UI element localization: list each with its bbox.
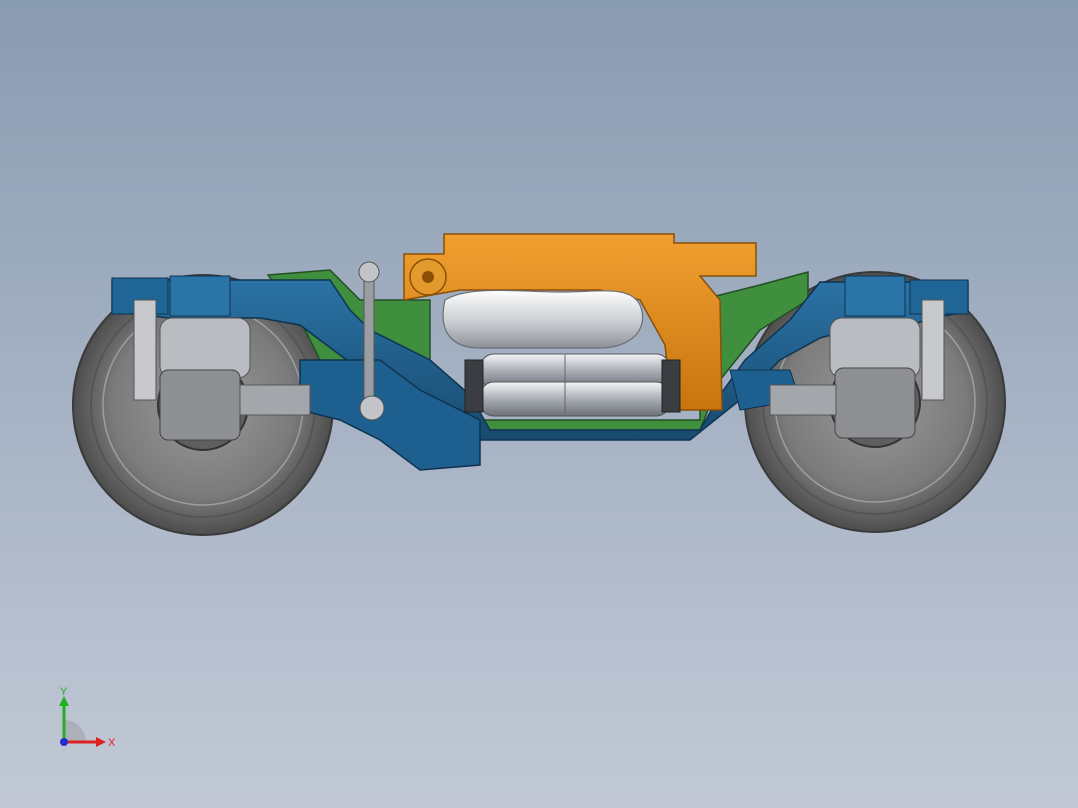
3d-viewport[interactable]: Y X [0,0,1078,808]
z-axis-dot-icon [60,738,68,746]
bogie-assembly-model[interactable] [0,0,1078,808]
y-axis-label: Y [60,686,68,698]
axis-triad: Y X [59,686,116,749]
damper-cylinders [464,353,681,417]
triad-plane-icon [64,720,86,742]
x-axis-arrowhead-icon [96,737,106,747]
air-spring [442,289,644,349]
x-axis-label: X [108,737,116,749]
